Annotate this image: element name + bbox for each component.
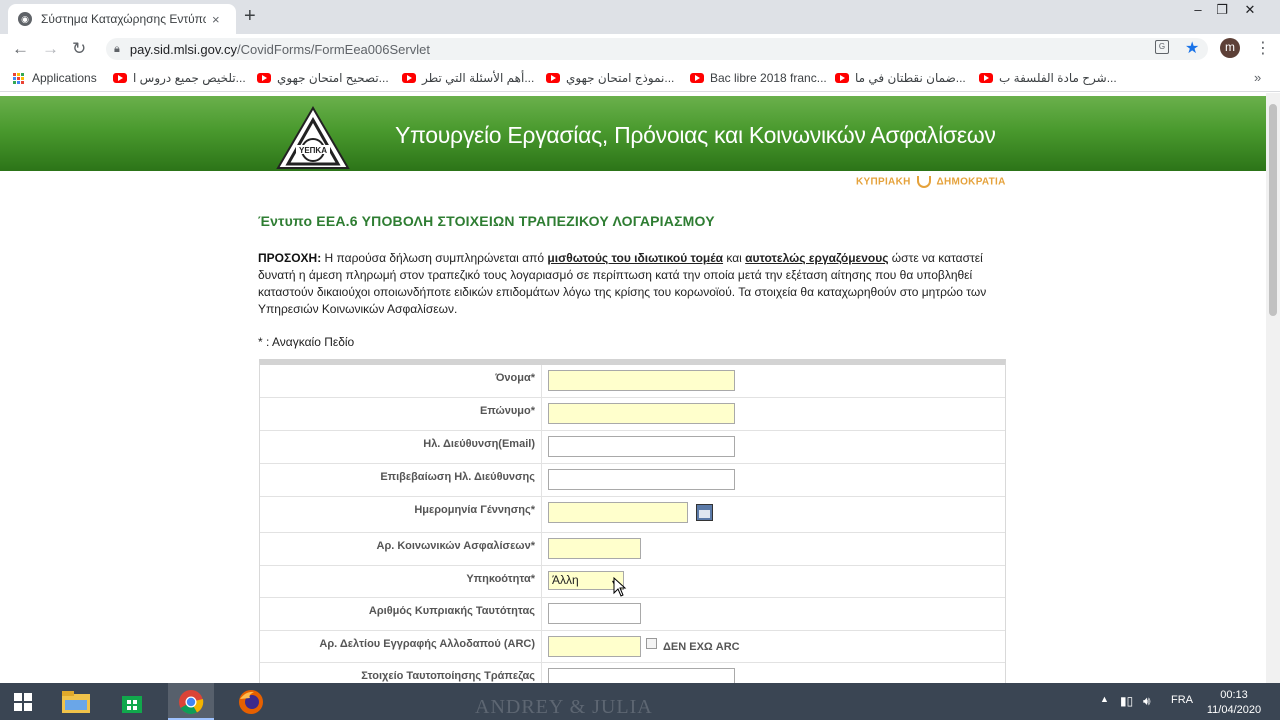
lock-icon: 🔒︎ bbox=[114, 42, 120, 55]
tab-title: Σύστημα Καταχώρησης Εντύπω bbox=[41, 12, 206, 26]
notice-paragraph: ΠΡΟΣΟΧΗ: Η παρούσα δήλωση συμπληρώνεται … bbox=[258, 251, 987, 316]
form-row-social-insurance: Αρ. Κοινωνικών Ασφαλίσεων* bbox=[260, 533, 1005, 566]
field-label: Επιβεβαίωση Ηλ. Διεύθυνσης bbox=[260, 464, 542, 496]
language-indicator[interactable]: FRA bbox=[1171, 694, 1193, 706]
reload-icon[interactable]: ↻ bbox=[72, 39, 86, 59]
first-name-input[interactable] bbox=[548, 370, 735, 391]
youtube-icon bbox=[113, 73, 127, 83]
store-icon[interactable] bbox=[112, 686, 152, 717]
youtube-icon bbox=[402, 73, 416, 83]
form-row-email-confirm: Επιβεβαίωση Ηλ. Διεύθυνσης bbox=[260, 464, 1005, 497]
wallpaper-watermark: ANDREY & JULIA bbox=[475, 696, 653, 718]
bookmark-item[interactable]: تصحيح امتحان جهوي... bbox=[257, 71, 389, 85]
no-arc-checkbox[interactable] bbox=[646, 638, 657, 649]
close-window-button[interactable]: ✕ bbox=[1235, 2, 1265, 18]
web-page: ΥΕΠΚΑ Υπουργείο Εργασίας, Πρόνοιας και Κ… bbox=[0, 93, 1266, 683]
ministry-logo-icon: ΥΕΠΚΑ bbox=[276, 106, 350, 169]
field-label: Στοιχείο Ταυτοποίησης Τράπεζας bbox=[260, 663, 542, 683]
form-title: Έντυπο ΕΕΑ.6 ΥΠΟΒΟΛΗ ΣΤΟΙΧΕΙΩΝ ΤΡΑΠΕΖΙΚΟ… bbox=[258, 213, 715, 229]
taskbar-clock[interactable]: 00:13 11/04/2020 bbox=[1204, 688, 1264, 718]
bookmark-item[interactable]: تلخيص جميع دروس ا... bbox=[113, 71, 246, 85]
form-row-bank-id: Στοιχείο Ταυτοποίησης Τράπεζας bbox=[260, 663, 1005, 683]
start-windows-icon[interactable] bbox=[3, 686, 43, 717]
forward-arrow-icon[interactable]: → bbox=[42, 39, 59, 59]
field-label: Επώνυμο* bbox=[260, 398, 542, 430]
youtube-icon bbox=[979, 73, 993, 83]
file-explorer-icon[interactable] bbox=[56, 686, 96, 717]
profile-avatar[interactable]: m bbox=[1220, 38, 1240, 58]
bookmark-item[interactable]: شرح مادة الفلسفة ب... bbox=[979, 71, 1117, 85]
youtube-icon bbox=[546, 73, 560, 83]
form-row-birth-date: Ημερομηνία Γέννησης* bbox=[260, 497, 1005, 533]
tray-expand-icon[interactable]: ▲ bbox=[1100, 694, 1109, 704]
form-row-nationality: Υπηκοότητα* Άλλη ▼ bbox=[260, 566, 1005, 598]
bookmarks-bar: Applications تلخيص جميع دروس ا... تصحيح … bbox=[0, 64, 1280, 92]
translate-icon[interactable]: G bbox=[1155, 40, 1169, 54]
republic-label: ΚΥΠΡΙΑΚΗ ΔΗΜΟΚΡΑΤΙΑ bbox=[856, 176, 1006, 188]
clock-date: 11/04/2020 bbox=[1206, 704, 1262, 716]
maximize-button[interactable]: ❐ bbox=[1207, 2, 1237, 18]
field-label: Όνομα* bbox=[260, 365, 542, 397]
browser-menu-icon[interactable]: ⋮ bbox=[1255, 38, 1271, 58]
volume-icon[interactable]: 🔊︎ bbox=[1143, 694, 1151, 709]
field-label: Αριθμός Κυπριακής Ταυτότητας bbox=[260, 598, 542, 630]
ministry-banner: ΥΕΠΚΑ Υπουργείο Εργασίας, Πρόνοιας και Κ… bbox=[0, 96, 1266, 171]
notice-link-self-employed[interactable]: αυτοτελώς εργαζόμενους bbox=[745, 251, 888, 265]
globe-icon: ◉ bbox=[18, 12, 32, 26]
birth-date-input[interactable] bbox=[548, 502, 688, 523]
last-name-input[interactable] bbox=[548, 403, 735, 424]
arc-input[interactable] bbox=[548, 636, 641, 657]
form-row-cyprus-id: Αριθμός Κυπριακής Ταυτότητας bbox=[260, 598, 1005, 631]
field-label: Αρ. Δελτίου Εγγραφής Αλλοδαπού (ARC) bbox=[260, 631, 542, 662]
bookmark-star-icon[interactable]: ★ bbox=[1185, 38, 1199, 58]
form-row-first-name: Όνομα* bbox=[260, 365, 1005, 398]
form-row-last-name: Επώνυμο* bbox=[260, 398, 1005, 431]
back-arrow-icon[interactable]: ← bbox=[12, 39, 29, 59]
form-row-email: Ηλ. Διεύθυνση(Email) bbox=[260, 431, 1005, 464]
browser-tab[interactable]: ◉ Σύστημα Καταχώρησης Εντύπω × bbox=[8, 4, 236, 34]
tab-strip: ◉ Σύστημα Καταχώρησης Εντύπω × + – ❐ ✕ bbox=[0, 0, 1280, 34]
registration-form: Όνομα* Επώνυμο* Ηλ. Διεύθυνση(Email) Επι… bbox=[259, 359, 1006, 683]
no-arc-label: ΔΕΝ ΕΧΩ ARC bbox=[663, 641, 740, 653]
calendar-icon[interactable] bbox=[696, 504, 713, 521]
youtube-icon bbox=[690, 73, 704, 83]
field-label: Υπηκοότητα* bbox=[260, 566, 542, 597]
bookmark-applications[interactable]: Applications bbox=[13, 71, 97, 85]
bookmark-item[interactable]: ضمان نقطتان في ما... bbox=[835, 71, 966, 85]
network-icon[interactable]: ▮▯ bbox=[1120, 694, 1133, 708]
mouse-cursor-icon bbox=[613, 577, 627, 597]
scrollbar-thumb[interactable] bbox=[1269, 104, 1277, 316]
url-text: pay.sid.mlsi.gov.cy/CovidForms/FormEea00… bbox=[129, 41, 430, 57]
apps-grid-icon bbox=[13, 72, 24, 84]
svg-text:ΥΕΠΚΑ: ΥΕΠΚΑ bbox=[299, 146, 327, 155]
email-input[interactable] bbox=[548, 436, 735, 457]
close-tab-icon[interactable]: × bbox=[212, 12, 220, 27]
clock-time: 00:13 bbox=[1220, 689, 1248, 701]
cyprus-id-input[interactable] bbox=[548, 603, 641, 624]
republic-emblem-icon bbox=[916, 176, 931, 188]
youtube-icon bbox=[257, 73, 271, 83]
bank-id-input[interactable] bbox=[548, 668, 735, 683]
field-label: Αρ. Κοινωνικών Ασφαλίσεων* bbox=[260, 533, 542, 565]
social-insurance-input[interactable] bbox=[548, 538, 641, 559]
bookmark-item[interactable]: أهم الأسئلة التي تطر... bbox=[402, 71, 534, 85]
address-bar[interactable]: 🔒︎ pay.sid.mlsi.gov.cy/CovidForms/FormEe… bbox=[106, 38, 1208, 60]
field-label: Ηλ. Διεύθυνση(Email) bbox=[260, 431, 542, 463]
ministry-title: Υπουργείο Εργασίας, Πρόνοιας και Κοινωνι… bbox=[395, 122, 996, 148]
email-confirm-input[interactable] bbox=[548, 469, 735, 490]
notice-link-private-employees[interactable]: μισθωτούς του ιδιωτικού τομέα bbox=[547, 251, 723, 265]
youtube-icon bbox=[835, 73, 849, 83]
bookmark-item[interactable]: نموذج امتحان جهوي... bbox=[546, 71, 674, 85]
firefox-icon[interactable] bbox=[231, 686, 271, 717]
bookmarks-overflow-icon[interactable]: » bbox=[1254, 70, 1261, 85]
required-field-note: * : Αναγκαίο Πεδίο bbox=[258, 335, 355, 349]
bookmark-item[interactable]: Bac libre 2018 franc... bbox=[690, 71, 827, 85]
form-row-arc: Αρ. Δελτίου Εγγραφής Αλλοδαπού (ARC) ΔΕΝ… bbox=[260, 631, 1005, 663]
new-tab-button[interactable]: + bbox=[244, 5, 256, 28]
field-label: Ημερομηνία Γέννησης* bbox=[260, 497, 542, 532]
chrome-icon[interactable] bbox=[171, 686, 211, 717]
